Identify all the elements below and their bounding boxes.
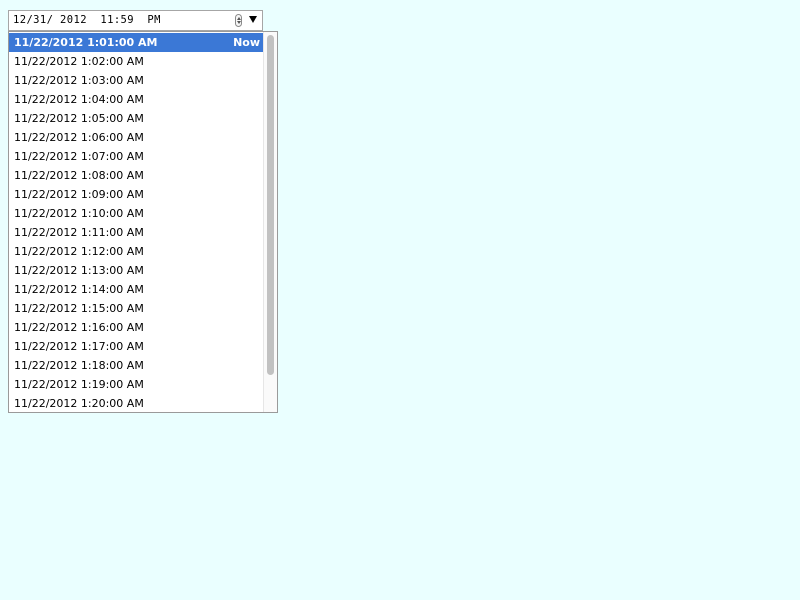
datetime-value[interactable]: 12/31/ 2012 11:59 PM: [13, 14, 161, 26]
list-item[interactable]: 11/22/2012 1:08:00 AM: [9, 166, 263, 185]
list-item-label: 11/22/2012 1:13:00 AM: [14, 264, 144, 277]
list-item-label: 11/22/2012 1:07:00 AM: [14, 150, 144, 163]
list-item[interactable]: 11/22/2012 1:19:00 AM: [9, 375, 263, 394]
spin-down-icon[interactable]: [237, 21, 241, 24]
up-down-spin-icon[interactable]: [235, 14, 242, 27]
list-item-label: 11/22/2012 1:08:00 AM: [14, 169, 144, 182]
list-item-label: 11/22/2012 1:17:00 AM: [14, 340, 144, 353]
now-label: Now: [233, 36, 260, 49]
list-item[interactable]: 11/22/2012 1:07:00 AM: [9, 147, 263, 166]
list-item-label: 11/22/2012 1:19:00 AM: [14, 378, 144, 391]
list-item[interactable]: 11/22/2012 1:18:00 AM: [9, 356, 263, 375]
list-item[interactable]: 11/22/2012 1:16:00 AM: [9, 318, 263, 337]
list-item-label: 11/22/2012 1:11:00 AM: [14, 226, 144, 239]
list-item-label: 11/22/2012 1:05:00 AM: [14, 112, 144, 125]
list-item[interactable]: 11/22/2012 1:11:00 AM: [9, 223, 263, 242]
spin-up-icon[interactable]: [237, 17, 241, 20]
list-item-label: 11/22/2012 1:14:00 AM: [14, 283, 144, 296]
list-item-label: 11/22/2012 1:06:00 AM: [14, 131, 144, 144]
list-item-label: 11/22/2012 1:15:00 AM: [14, 302, 144, 315]
list-item[interactable]: 11/22/2012 1:15:00 AM: [9, 299, 263, 318]
list-item[interactable]: 11/22/2012 1:01:00 AM Now: [9, 33, 263, 52]
list-item-label: 11/22/2012 1:01:00 AM: [14, 36, 158, 49]
list-item[interactable]: 11/22/2012 1:10:00 AM: [9, 204, 263, 223]
list-item-label: 11/22/2012 1:03:00 AM: [14, 74, 144, 87]
list-item-label: 11/22/2012 1:02:00 AM: [14, 55, 144, 68]
list-item-label: 11/22/2012 1:20:00 AM: [14, 397, 144, 410]
list-item-label: 11/22/2012 1:16:00 AM: [14, 321, 144, 334]
list-item[interactable]: 11/22/2012 1:20:00 AM: [9, 394, 263, 412]
list-item-label: 11/22/2012 1:12:00 AM: [14, 245, 144, 258]
list-item[interactable]: 11/22/2012 1:14:00 AM: [9, 280, 263, 299]
list-item[interactable]: 11/22/2012 1:09:00 AM: [9, 185, 263, 204]
datetime-input[interactable]: 12/31/ 2012 11:59 PM: [8, 10, 263, 31]
list-item[interactable]: 11/22/2012 1:04:00 AM: [9, 90, 263, 109]
scrollbar[interactable]: [263, 32, 277, 412]
list-item-label: 11/22/2012 1:18:00 AM: [14, 359, 144, 372]
datetime-suggestion-popup: 11/22/2012 1:01:00 AM Now 11/22/2012 1:02:…: [8, 31, 278, 413]
list-item[interactable]: 11/22/2012 1:03:00 AM: [9, 71, 263, 90]
list-item-label: 11/22/2012 1:10:00 AM: [14, 207, 144, 220]
list-item[interactable]: 11/22/2012 1:05:00 AM: [9, 109, 263, 128]
list-item[interactable]: 11/22/2012 1:12:00 AM: [9, 242, 263, 261]
scrollbar-thumb[interactable]: [267, 35, 274, 375]
list-item-label: 11/22/2012 1:09:00 AM: [14, 188, 144, 201]
list-item-label: 11/22/2012 1:04:00 AM: [14, 93, 144, 106]
suggestion-list: 11/22/2012 1:01:00 AM Now 11/22/2012 1:02:…: [9, 33, 263, 412]
list-item[interactable]: 11/22/2012 1:17:00 AM: [9, 337, 263, 356]
list-item[interactable]: 11/22/2012 1:13:00 AM: [9, 261, 263, 280]
dropdown-arrow-icon[interactable]: [249, 16, 257, 23]
list-item[interactable]: 11/22/2012 1:06:00 AM: [9, 128, 263, 147]
list-item[interactable]: 11/22/2012 1:02:00 AM: [9, 52, 263, 71]
